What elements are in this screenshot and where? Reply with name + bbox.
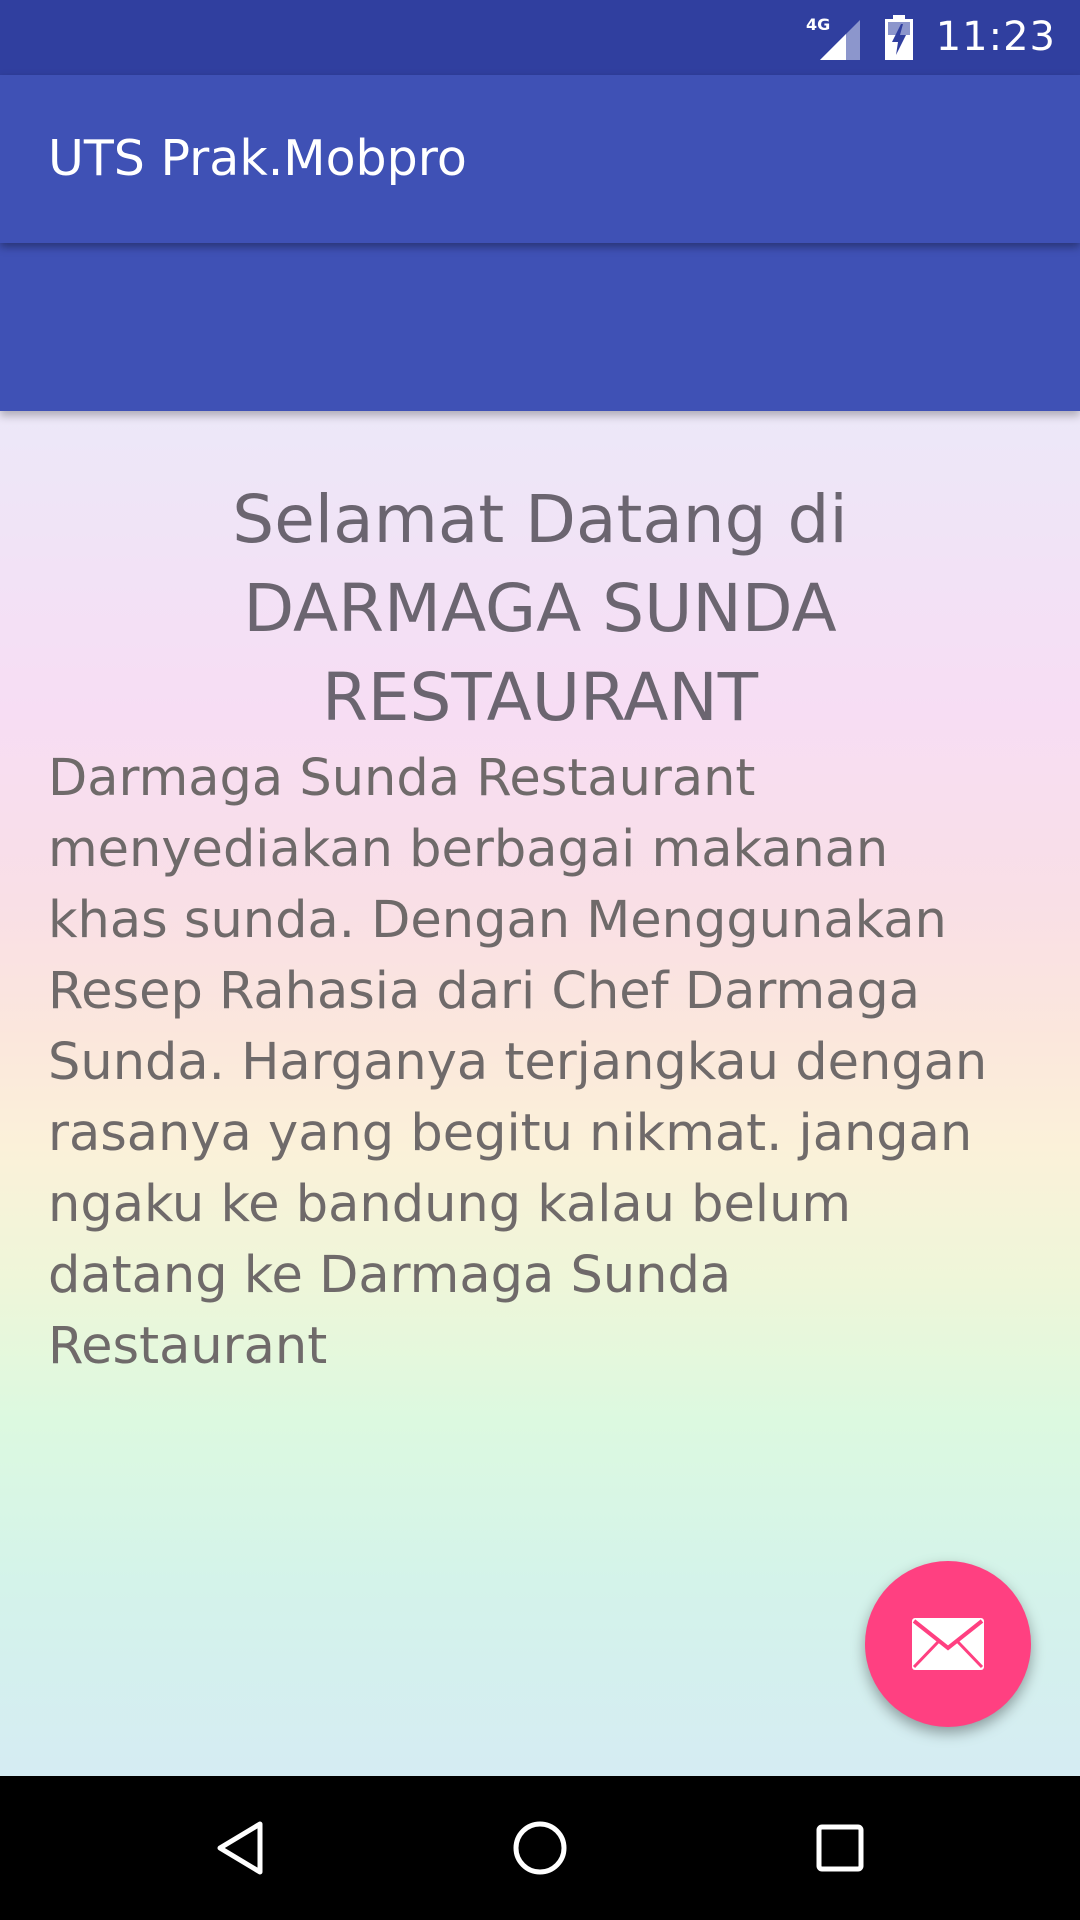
mail-fab-button[interactable] — [865, 1561, 1031, 1727]
status-clock: 11:23 — [935, 14, 1056, 60]
cell-signal-icon: 4G — [806, 15, 860, 60]
navigation-bar — [0, 1776, 1080, 1920]
recents-icon — [816, 1824, 864, 1872]
restaurant-description: Darmaga Sunda Restaurant menyediakan ber… — [48, 749, 988, 1376]
app-bar: UTS Prak.Mobpro — [0, 75, 1080, 243]
home-button[interactable] — [470, 1776, 610, 1920]
status-bar: 4G 11:23 — [0, 0, 1080, 75]
recents-button[interactable] — [770, 1776, 910, 1920]
status-icons: 4G 11:23 — [806, 0, 1056, 75]
back-button[interactable] — [170, 1776, 310, 1920]
svg-text:4G: 4G — [806, 15, 830, 34]
mail-icon — [912, 1618, 984, 1670]
app-bar-extension — [0, 243, 1080, 411]
battery-charging-icon — [884, 14, 913, 60]
home-icon — [513, 1821, 567, 1875]
app-title: UTS Prak.Mobpro — [48, 130, 467, 187]
welcome-title: Selamat Datang di DARMAGA SUNDA RESTAURA… — [232, 481, 848, 736]
screen: 4G 11:23 UTS Prak.Mobpro Selamat Datang … — [0, 0, 1080, 1920]
back-icon — [217, 1821, 263, 1875]
